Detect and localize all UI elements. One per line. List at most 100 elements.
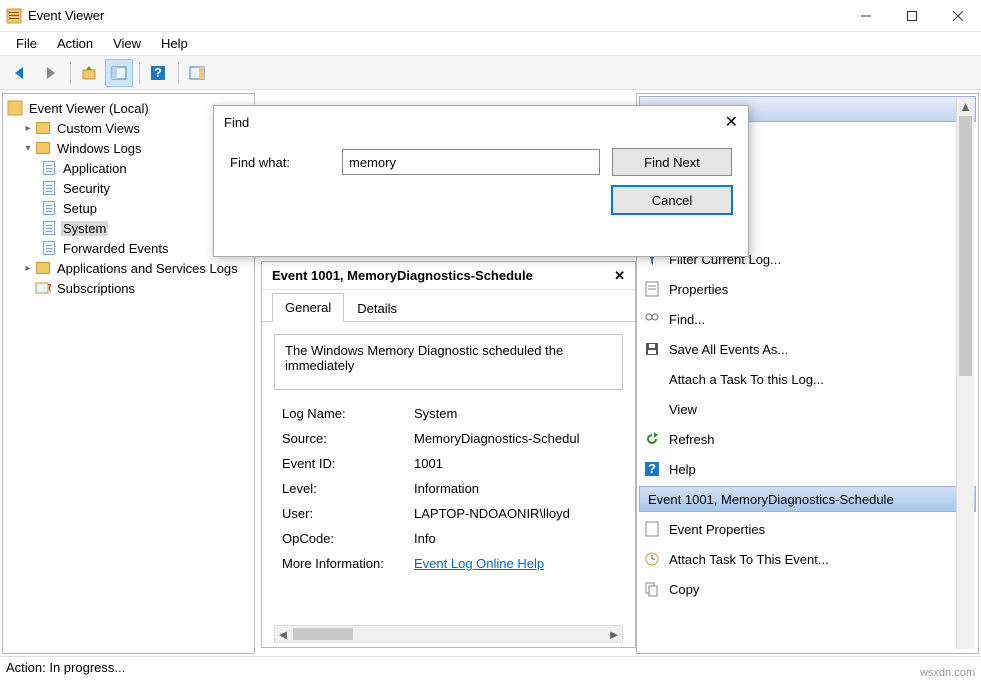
watermark: wsxdn.com (920, 667, 975, 679)
prop-label: More Information: (276, 552, 406, 575)
copy-icon (643, 580, 661, 598)
tree-subscriptions[interactable]: ↻ Subscriptions (5, 278, 252, 298)
event-viewer-icon (7, 100, 23, 116)
svg-text:?: ? (648, 461, 656, 476)
forward-button[interactable] (36, 59, 64, 87)
show-hide-tree-button[interactable] (105, 59, 133, 87)
action-label: Event Properties (669, 522, 765, 537)
scrollbar-thumb[interactable] (293, 628, 353, 640)
event-properties-icon (643, 520, 661, 538)
prop-label: Level: (276, 477, 406, 500)
button-label: Find Next (644, 155, 700, 170)
prop-value: Information (408, 477, 621, 500)
scroll-up-icon[interactable]: ▲ (957, 98, 974, 114)
event-tabs: General Details (262, 290, 635, 322)
menu-view[interactable]: View (105, 33, 149, 54)
action-find[interactable]: Find... (637, 304, 978, 334)
back-button[interactable] (6, 59, 34, 87)
close-icon[interactable]: ✕ (614, 268, 625, 284)
action-attach-task-log[interactable]: Attach a Task To this Log... (637, 364, 978, 394)
event-log-help-link[interactable]: Event Log Online Help (414, 556, 544, 571)
action-help[interactable]: ?Help▶ (637, 454, 978, 484)
svg-text:?: ? (154, 65, 162, 80)
prop-label: Log Name: (276, 402, 406, 425)
dialog-title: Find (224, 115, 249, 130)
actions-sub-header[interactable]: Event 1001, MemoryDiagnostics-Schedule▲ (639, 486, 976, 512)
subscriptions-icon: ↻ (35, 280, 51, 296)
tab-general[interactable]: General (272, 293, 344, 322)
prop-label: Source: (276, 427, 406, 450)
close-button[interactable] (935, 0, 981, 32)
find-what-input[interactable] (342, 149, 600, 175)
button-label: Cancel (652, 193, 692, 208)
menu-action[interactable]: Action (49, 33, 101, 54)
expand-icon[interactable]: ▸ (21, 263, 35, 274)
log-icon (41, 200, 57, 216)
scroll-right-icon[interactable]: ► (606, 627, 622, 642)
action-view[interactable]: View▶ (637, 394, 978, 424)
folder-icon (35, 140, 51, 156)
menu-file[interactable]: File (8, 33, 45, 54)
tree-label: Windows Logs (55, 141, 144, 156)
collapse-icon[interactable]: ▾ (21, 143, 35, 154)
minimize-button[interactable] (843, 0, 889, 32)
tab-details[interactable]: Details (344, 294, 410, 322)
action-event-properties[interactable]: Event Properties (637, 514, 978, 544)
separator (139, 62, 140, 84)
action-properties[interactable]: Properties (637, 274, 978, 304)
scroll-left-icon[interactable]: ◄ (275, 627, 291, 642)
prop-value: MemoryDiagnostics-Schedul (408, 427, 621, 450)
actions-sub-list: Event Properties Attach Task To This Eve… (637, 514, 978, 604)
event-detail-panel: Event 1001, MemoryDiagnostics-Schedule ✕… (261, 261, 636, 648)
action-refresh[interactable]: Refresh (637, 424, 978, 454)
action-label: Copy (669, 582, 699, 597)
event-properties-table: Log Name:System Source:MemoryDiagnostics… (274, 400, 623, 577)
scrollbar-thumb[interactable] (959, 116, 972, 376)
event-header-title: Event 1001, MemoryDiagnostics-Schedule (272, 268, 533, 283)
title-bar: Event Viewer (0, 0, 981, 32)
tree-label: System (61, 221, 108, 236)
tree-label: Security (61, 181, 112, 196)
prop-label: Event ID: (276, 452, 406, 475)
event-description: The Windows Memory Diagnostic scheduled … (274, 334, 623, 390)
action-copy[interactable]: Copy▶ (637, 574, 978, 604)
log-icon (41, 240, 57, 256)
find-what-label: Find what: (230, 155, 330, 170)
prop-value: System (408, 402, 621, 425)
tree-app-services-logs[interactable]: ▸ Applications and Services Logs (5, 258, 252, 278)
svg-text:↻: ↻ (47, 281, 51, 295)
status-bar: Action: In progress... (0, 656, 981, 678)
action-attach-task-event[interactable]: Attach Task To This Event... (637, 544, 978, 574)
folder-icon (35, 260, 51, 276)
expand-icon[interactable]: ▸ (21, 123, 35, 134)
action-save-all[interactable]: Save All Events As... (637, 334, 978, 364)
find-icon (643, 310, 661, 328)
tree-root-label: Event Viewer (Local) (27, 101, 151, 116)
event-body: The Windows Memory Diagnostic scheduled … (262, 322, 635, 647)
separator (70, 62, 71, 84)
tree-label: Custom Views (55, 121, 142, 136)
menu-bar: File Action View Help (0, 32, 981, 56)
cancel-button[interactable]: Cancel (612, 186, 732, 214)
close-icon[interactable]: ✕ (725, 112, 738, 132)
action-label: Help (669, 462, 696, 477)
status-text: Action: In progress... (6, 660, 125, 675)
folder-icon (35, 120, 51, 136)
find-next-button[interactable]: Find Next (612, 148, 732, 176)
attach-task-icon (643, 370, 661, 388)
actions-sub-header-label: Event 1001, MemoryDiagnostics-Schedule (648, 492, 894, 507)
horizontal-scrollbar[interactable]: ◄ ► (274, 625, 623, 643)
log-icon (41, 220, 57, 236)
vertical-scrollbar[interactable]: ▲ (956, 98, 974, 649)
separator (178, 62, 179, 84)
menu-help[interactable]: Help (153, 33, 196, 54)
tree-label: Forwarded Events (61, 241, 171, 256)
help-button[interactable]: ? (144, 59, 172, 87)
prop-value: 1001 (408, 452, 621, 475)
prop-value: LAPTOP-NDOAONIR\lloyd (408, 502, 621, 525)
up-button[interactable] (75, 59, 103, 87)
window-title: Event Viewer (28, 8, 843, 23)
action-pane-button[interactable] (183, 59, 211, 87)
maximize-button[interactable] (889, 0, 935, 32)
dialog-title-bar[interactable]: Find ✕ (214, 106, 748, 138)
